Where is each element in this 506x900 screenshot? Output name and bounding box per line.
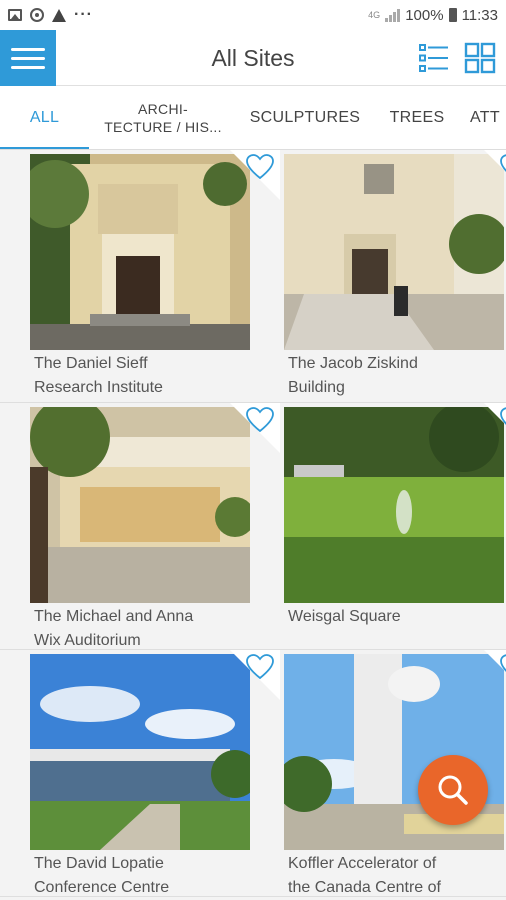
tab-attractions[interactable]: ATT — [470, 86, 506, 149]
tab-trees[interactable]: TREES — [383, 86, 451, 149]
site-card-daniel-sieff[interactable]: The Daniel Sieff Research Institute — [28, 150, 280, 397]
site-card-jacob-ziskind[interactable]: The Jacob Ziskind Building — [282, 150, 506, 397]
site-card-david-lopatie[interactable]: The David Lopatie Conference Centre — [28, 650, 280, 897]
more-dots-icon: ··· — [74, 6, 93, 23]
site-photo — [30, 154, 250, 350]
heart-outline-icon[interactable] — [246, 654, 274, 680]
site-photo — [30, 407, 250, 603]
app-bar: All Sites — [0, 30, 506, 86]
heart-outline-icon[interactable] — [246, 407, 274, 433]
site-card-weisgal-square[interactable]: Weisgal Square — [282, 403, 506, 650]
tab-all[interactable]: ALL — [0, 86, 89, 149]
data-saver-icon — [30, 8, 44, 22]
clock: 11:33 — [461, 6, 498, 24]
search-fab-button[interactable] — [418, 755, 488, 825]
site-caption: Koffler Accelerator of the Canada Centre… — [288, 855, 441, 896]
row-divider — [0, 896, 506, 897]
network-label: 4G — [368, 10, 381, 20]
heart-outline-icon[interactable] — [500, 407, 506, 433]
heart-outline-icon[interactable] — [246, 154, 274, 180]
status-bar: ··· 4G 100% 11:33 — [0, 0, 506, 30]
hamburger-menu-icon[interactable] — [0, 30, 56, 86]
heart-outline-icon[interactable] — [500, 154, 506, 180]
site-card-wix-auditorium[interactable]: The Michael and Anna Wix Auditorium — [28, 403, 280, 650]
battery-text: 100% — [405, 6, 444, 24]
grid-view-icon[interactable] — [464, 42, 496, 74]
heart-outline-icon[interactable] — [500, 654, 506, 680]
search-icon — [438, 775, 468, 805]
site-caption: The Jacob Ziskind Building — [288, 355, 418, 396]
battery-icon — [448, 8, 457, 22]
tab-architecture-history[interactable]: ARCHI- TECTURE / HIS... — [97, 86, 229, 149]
site-photo — [284, 154, 504, 350]
site-photo — [30, 654, 250, 850]
site-caption: The Daniel Sieff Research Institute — [34, 355, 163, 396]
site-caption: Weisgal Square — [288, 608, 401, 625]
signal-icon — [385, 8, 401, 22]
image-icon — [8, 9, 22, 21]
warning-icon — [52, 8, 66, 22]
site-caption: The David Lopatie Conference Centre — [34, 855, 170, 896]
site-caption: The Michael and Anna Wix Auditorium — [34, 608, 194, 649]
site-photo — [284, 654, 504, 850]
list-view-icon[interactable] — [418, 42, 450, 74]
site-photo — [284, 407, 504, 603]
tab-sculptures[interactable]: SCULPTURES — [246, 86, 364, 149]
category-tabs: ALL ARCHI- TECTURE / HIS... SCULPTURES T… — [0, 86, 506, 150]
